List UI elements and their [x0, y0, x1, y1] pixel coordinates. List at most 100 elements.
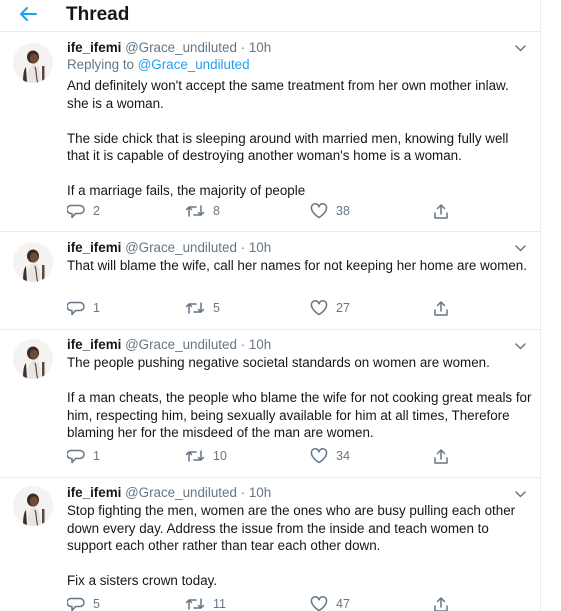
retweet-count: 8	[213, 204, 220, 218]
reply-count: 1	[93, 301, 100, 315]
like-count: 27	[336, 301, 350, 315]
tweet-paragraph: That will blame the wife, call her names…	[67, 258, 527, 273]
user-handle[interactable]: @Grace_undiluted	[125, 40, 237, 55]
avatar[interactable]	[13, 339, 53, 379]
back-button[interactable]	[16, 2, 40, 26]
share-button[interactable]	[433, 298, 449, 318]
avatar-image	[13, 486, 53, 526]
retweet-icon	[185, 205, 205, 217]
tweet-3[interactable]: ife_ifemi @Grace_undiluted · 10h The peo…	[0, 330, 541, 478]
reply-button[interactable]: 1	[67, 298, 100, 318]
display-name[interactable]: ife_ifemi	[67, 240, 121, 255]
tweet-text: The people pushing negative societal sta…	[67, 354, 532, 442]
tweet-paragraph: And definitely won't accept the same tre…	[67, 78, 509, 111]
tweet-text: Stop fighting the men, women are the one…	[67, 502, 532, 590]
retweet-button[interactable]: 5	[185, 298, 220, 318]
heart-icon	[310, 203, 328, 219]
share-button[interactable]	[433, 446, 449, 466]
like-button[interactable]: 38	[310, 201, 350, 221]
user-handle[interactable]: @Grace_undiluted	[125, 337, 237, 352]
tweet-text: And definitely won't accept the same tre…	[67, 77, 532, 200]
timestamp[interactable]: 10h	[249, 485, 271, 500]
tweet-text: That will blame the wife, call her names…	[67, 257, 532, 275]
like-count: 38	[336, 204, 350, 218]
retweet-icon	[185, 302, 205, 314]
tweet-meta: ife_ifemi @Grace_undiluted · 10h	[67, 39, 532, 56]
tweet-menu-button[interactable]	[513, 41, 527, 55]
arrow-left-icon	[20, 7, 37, 21]
reply-button[interactable]: 5	[67, 594, 100, 611]
tweet-menu-button[interactable]	[513, 487, 527, 501]
tweet-actions: 1 5 27	[67, 298, 487, 318]
avatar-image	[13, 242, 53, 282]
tweet-4[interactable]: ife_ifemi @Grace_undiluted · 10h Stop fi…	[0, 478, 541, 611]
heart-icon	[310, 596, 328, 611]
retweet-icon	[185, 598, 205, 610]
replying-to: Replying to @Grace_undiluted	[67, 56, 532, 73]
tweet-menu-button[interactable]	[513, 241, 527, 255]
retweet-button[interactable]: 8	[185, 201, 220, 221]
reply-icon	[67, 597, 85, 611]
reply-icon	[67, 204, 85, 218]
avatar[interactable]	[13, 43, 53, 83]
timestamp[interactable]: 10h	[249, 40, 271, 55]
retweet-count: 5	[213, 301, 220, 315]
tweet-paragraph: Fix a sisters crown today.	[67, 573, 218, 588]
share-icon	[434, 300, 448, 316]
tweet-actions: 1 10 34	[67, 446, 487, 466]
like-button[interactable]: 34	[310, 446, 350, 466]
tweet-actions: 2 8 38	[67, 201, 487, 221]
meta-separator: ·	[240, 40, 246, 55]
tweet-paragraph: The people pushing negative societal sta…	[67, 355, 490, 370]
chevron-down-icon	[514, 244, 526, 252]
share-icon	[434, 203, 448, 219]
timestamp[interactable]: 10h	[249, 337, 271, 352]
user-handle[interactable]: @Grace_undiluted	[125, 485, 237, 500]
reply-count: 2	[93, 204, 100, 218]
tweet-paragraph: The side chick that is sleeping around w…	[67, 130, 509, 164]
meta-separator: ·	[240, 240, 246, 255]
like-button[interactable]: 47	[310, 594, 350, 611]
tweet-1[interactable]: ife_ifemi @Grace_undiluted · 10h Replyin…	[0, 32, 541, 232]
replying-prefix: Replying to	[67, 57, 138, 72]
display-name[interactable]: ife_ifemi	[67, 337, 121, 352]
reply-count: 5	[93, 597, 100, 611]
like-count: 34	[336, 449, 350, 463]
share-button[interactable]	[433, 594, 449, 611]
replying-to-link[interactable]: @Grace_undiluted	[138, 57, 250, 72]
avatar[interactable]	[13, 486, 53, 526]
retweet-count: 11	[213, 597, 226, 611]
reply-button[interactable]: 1	[67, 446, 100, 466]
tweet-meta: ife_ifemi @Grace_undiluted · 10h	[67, 336, 532, 353]
tweet-paragraph: Stop fighting the men, women are the one…	[67, 503, 516, 553]
like-count: 47	[336, 597, 350, 611]
heart-icon	[310, 300, 328, 316]
like-button[interactable]: 27	[310, 298, 350, 318]
reply-button[interactable]: 2	[67, 201, 100, 221]
heart-icon	[310, 448, 328, 464]
retweet-button[interactable]: 10	[185, 446, 227, 466]
thread-header: Thread	[0, 0, 541, 32]
retweet-icon	[185, 450, 205, 462]
share-button[interactable]	[433, 201, 449, 221]
display-name[interactable]: ife_ifemi	[67, 485, 121, 500]
meta-separator: ·	[240, 337, 246, 352]
tweet-2[interactable]: ife_ifemi @Grace_undiluted · 10h That wi…	[0, 232, 541, 330]
avatar-image	[13, 43, 53, 83]
tweet-paragraph: If a marriage fails, the majority of peo…	[67, 183, 306, 198]
avatar[interactable]	[13, 242, 53, 282]
tweet-paragraph: If a man cheats, the people who blame th…	[67, 390, 532, 440]
reply-count: 1	[93, 449, 100, 463]
timestamp[interactable]: 10h	[249, 240, 271, 255]
retweet-button[interactable]: 11	[185, 594, 226, 611]
retweet-count: 10	[213, 449, 227, 463]
chevron-down-icon	[514, 490, 526, 498]
display-name[interactable]: ife_ifemi	[67, 40, 121, 55]
share-icon	[434, 448, 448, 464]
tweet-menu-button[interactable]	[513, 339, 527, 353]
page-title: Thread	[66, 4, 130, 25]
reply-icon	[67, 449, 85, 463]
chevron-down-icon	[514, 342, 526, 350]
user-handle[interactable]: @Grace_undiluted	[125, 240, 237, 255]
chevron-down-icon	[514, 44, 526, 52]
